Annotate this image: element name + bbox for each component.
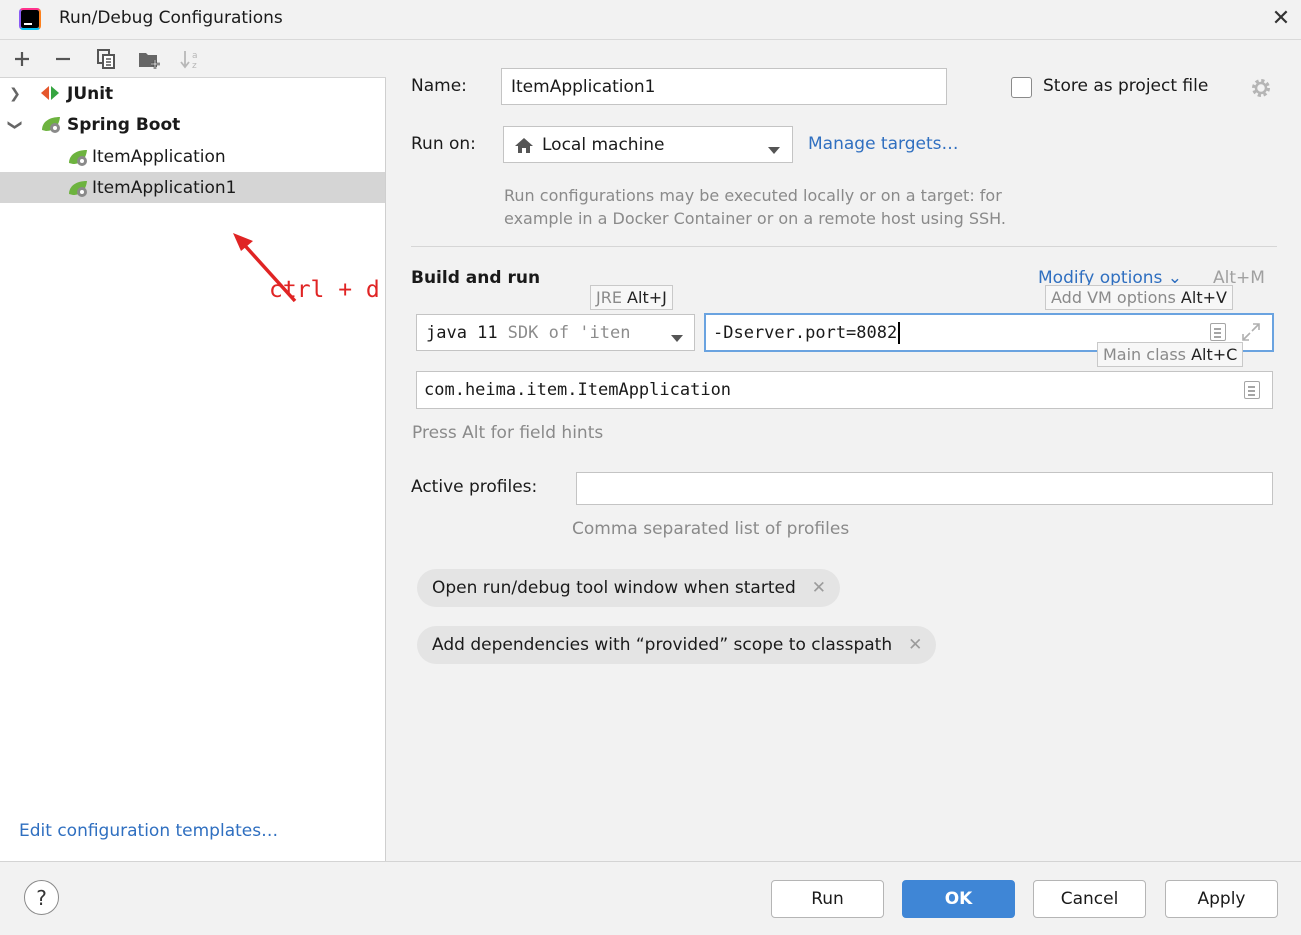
tooltip-shortcut: Alt+C: [1191, 345, 1238, 364]
chevron-down-icon: [671, 328, 683, 348]
window-title: Run/Debug Configurations: [59, 8, 283, 28]
apply-button[interactable]: Apply: [1165, 880, 1278, 918]
browse-class-icon[interactable]: [1244, 381, 1260, 399]
junit-icon: [39, 82, 61, 104]
maximize-icon[interactable]: [1241, 322, 1261, 347]
jre-select[interactable]: java 11 SDK of 'iten: [416, 314, 695, 351]
run-on-value: Local machine: [542, 134, 665, 155]
home-icon: [514, 136, 534, 154]
tooltip-shortcut: Alt+J: [627, 288, 667, 307]
field-hints-text: Press Alt for field hints: [412, 423, 604, 443]
close-icon[interactable]: ✕: [1268, 6, 1294, 32]
tree-item-spring-boot[interactable]: ❯ Spring Boot: [0, 109, 385, 140]
vm-options-tooltip: Add VM options Alt+V: [1045, 285, 1233, 310]
svg-text:z: z: [192, 61, 197, 70]
spring-boot-config-icon: [66, 177, 88, 199]
run-on-hint-line-2: example in a Docker Container or on a re…: [504, 209, 1006, 228]
sidebar-toolbar: az: [0, 41, 386, 78]
chip-label: Add dependencies with “provided” scope t…: [432, 635, 893, 655]
active-profiles-label: Active profiles:: [411, 477, 538, 497]
tree-item-junit[interactable]: ❯ JUnit: [0, 78, 385, 109]
tooltip-text: Main class: [1103, 345, 1186, 364]
intellij-icon: [19, 8, 41, 30]
tree-item-itemapplication[interactable]: ItemApplication: [0, 141, 385, 172]
cancel-button[interactable]: Cancel: [1033, 880, 1146, 918]
remove-chip-icon[interactable]: ✕: [812, 578, 826, 598]
configurations-sidebar: az ❯ JUnit ❯ Spring Boot ItemApplication…: [0, 41, 386, 861]
run-button[interactable]: Run: [771, 880, 884, 918]
remove-chip-icon[interactable]: ✕: [908, 635, 922, 655]
jre-value: java 11: [426, 322, 498, 343]
jre-tooltip: JRE Alt+J: [590, 285, 673, 310]
spring-boot-icon: [39, 113, 61, 135]
store-as-project-file-checkbox[interactable]: [1011, 77, 1032, 98]
ok-button[interactable]: OK: [902, 880, 1015, 918]
tooltip-text: JRE: [596, 288, 622, 307]
run-on-select[interactable]: Local machine: [503, 126, 793, 163]
store-label: Store as project file: [1043, 76, 1209, 96]
main-class-field[interactable]: com.heima.item.ItemApplication: [416, 371, 1273, 409]
tree-item-label: Spring Boot: [67, 114, 181, 135]
remove-icon[interactable]: [50, 46, 76, 72]
chevron-down-icon[interactable]: ❯: [7, 118, 23, 132]
new-folder-icon[interactable]: [136, 46, 162, 72]
active-profiles-field[interactable]: [576, 472, 1273, 505]
chip-label: Open run/debug tool window when started: [432, 578, 796, 598]
edit-templates-link[interactable]: Edit configuration templates…: [19, 821, 278, 841]
help-button[interactable]: ?: [24, 880, 59, 915]
text-cursor: [898, 321, 901, 344]
run-on-hint-line-1: Run configurations may be executed local…: [504, 186, 1002, 205]
name-label: Name:: [411, 76, 467, 96]
tooltip-shortcut: Alt+V: [1180, 288, 1227, 307]
shortcut-annotation: ctrl + d: [269, 277, 380, 303]
main-class-tooltip: Main class Alt+C: [1097, 342, 1244, 367]
tree-item-label: JUnit: [67, 83, 114, 104]
gear-icon[interactable]: [1250, 77, 1272, 104]
main-class-value: com.heima.item.ItemApplication: [424, 380, 732, 400]
spring-boot-config-icon: [66, 146, 88, 168]
option-chip-open-tool-window: Open run/debug tool window when started …: [417, 569, 840, 607]
expand-text-icon[interactable]: [1210, 323, 1226, 341]
option-chip-provided-scope: Add dependencies with “provided” scope t…: [417, 626, 937, 664]
chevron-right-icon[interactable]: ❯: [8, 86, 22, 102]
add-icon[interactable]: [9, 46, 35, 72]
title-bar: Run/Debug Configurations ✕: [0, 0, 1301, 40]
tree-item-label: ItemApplication1: [92, 177, 237, 198]
manage-targets-link[interactable]: Manage targets…: [808, 134, 958, 154]
name-field[interactable]: ItemApplication1: [501, 68, 947, 105]
run-on-label: Run on:: [411, 134, 476, 154]
copy-icon[interactable]: [93, 46, 119, 72]
jre-suffix: SDK of 'iten: [507, 322, 631, 343]
separator: [411, 246, 1277, 247]
chevron-down-icon: [768, 140, 780, 160]
name-value: ItemApplication1: [511, 76, 656, 97]
tooltip-text: Add VM options: [1051, 288, 1176, 307]
vm-options-value: -Dserver.port=8082: [713, 322, 898, 343]
svg-text:a: a: [192, 51, 198, 61]
build-and-run-heading: Build and run: [411, 268, 541, 288]
tree-item-label: ItemApplication: [92, 146, 226, 167]
profiles-hint: Comma separated list of profiles: [572, 519, 850, 539]
sort-icon[interactable]: az: [178, 46, 204, 72]
tree-item-itemapplication1[interactable]: ItemApplication1: [0, 172, 385, 203]
